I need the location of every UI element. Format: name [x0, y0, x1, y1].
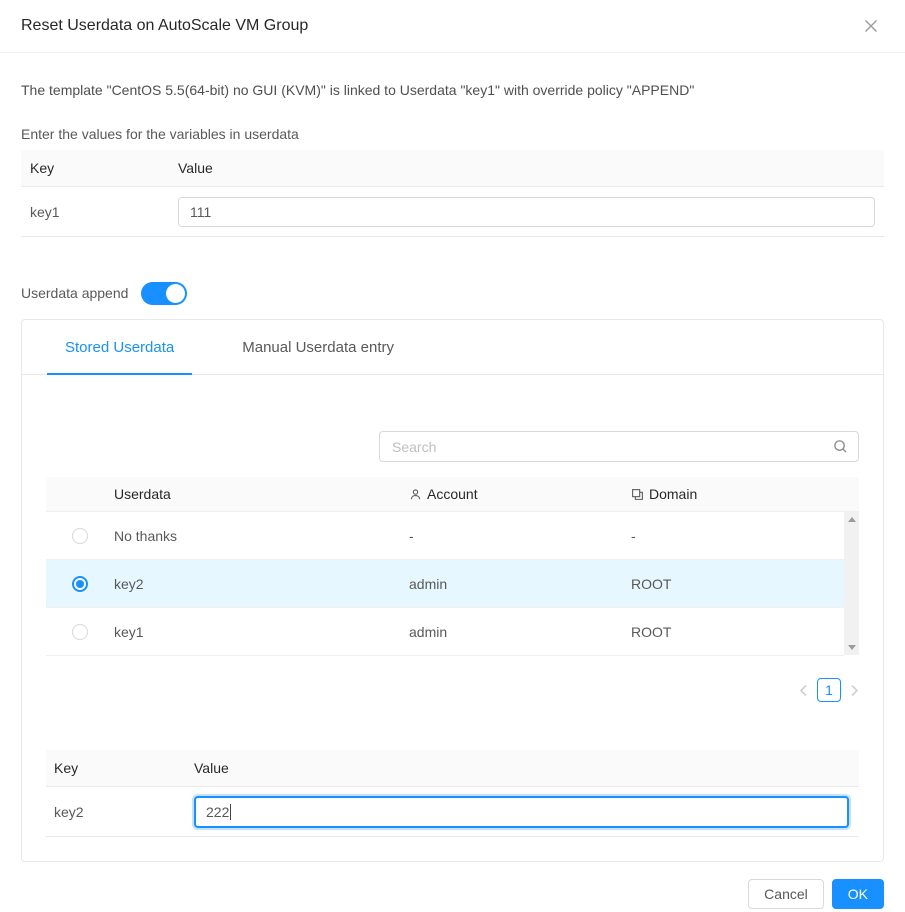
variables-table-header: Key Value: [21, 150, 884, 187]
chevron-left-icon: [799, 684, 808, 697]
col-header-domain: Domain: [631, 486, 859, 502]
toggle-knob: [166, 284, 185, 303]
radio-button[interactable]: [72, 624, 88, 640]
pagination-next[interactable]: [850, 684, 859, 697]
radio-button-checked[interactable]: [72, 576, 88, 592]
input-text: 222: [206, 804, 229, 820]
scroll-up-icon[interactable]: [848, 517, 856, 522]
table-row-key1[interactable]: key1 admin ROOT: [46, 608, 844, 656]
userdata-cell: key2: [114, 576, 409, 592]
text-caret: [230, 804, 231, 820]
tab-stored-userdata-label: Stored Userdata: [65, 339, 174, 356]
search-box: [379, 431, 859, 462]
variable-key-label: key2: [46, 804, 194, 820]
pagination-page-1[interactable]: 1: [817, 678, 841, 702]
search-input[interactable]: [379, 431, 859, 462]
domain-cell: ROOT: [631, 576, 844, 592]
selected-variables-table: Key Value key2 222: [46, 750, 859, 837]
pagination-prev[interactable]: [799, 684, 808, 697]
variables-table: Key Value key1: [21, 150, 884, 237]
col-header-userdata: Userdata: [114, 486, 409, 502]
table-row-no-thanks[interactable]: No thanks - -: [46, 512, 844, 560]
ok-button[interactable]: OK: [832, 879, 884, 909]
variable-value-input[interactable]: [178, 197, 875, 227]
userdata-table-body: No thanks - - key2 admin ROOT key1: [46, 512, 859, 656]
variable-value-input-focused[interactable]: 222: [194, 796, 849, 828]
account-cell: -: [409, 528, 631, 544]
dialog-title: Reset Userdata on AutoScale VM Group: [21, 17, 860, 35]
selected-variables-header: Key Value: [46, 750, 859, 787]
userdata-cell: key1: [114, 624, 409, 640]
domain-cell: -: [631, 528, 844, 544]
variable-key-label: key1: [21, 204, 178, 220]
tab-content: Userdata Account Domain: [22, 431, 883, 861]
tab-manual-userdata-entry[interactable]: Manual Userdata entry: [224, 320, 412, 374]
radio-button[interactable]: [72, 528, 88, 544]
reset-userdata-dialog: Reset Userdata on AutoScale VM Group The…: [0, 0, 905, 912]
userdata-table: Userdata Account Domain: [46, 477, 859, 656]
scroll-down-icon[interactable]: [848, 645, 856, 650]
col-header-key: Key: [46, 760, 194, 776]
tab-stored-userdata[interactable]: Stored Userdata: [47, 320, 192, 374]
account-cell: admin: [409, 624, 631, 640]
pagination: 1: [46, 678, 859, 702]
userdata-append-label: Userdata append: [21, 285, 128, 301]
block-icon: [631, 488, 644, 501]
account-cell: admin: [409, 576, 631, 592]
variables-caption: Enter the values for the variables in us…: [21, 124, 884, 144]
dialog-body: The template "CentOS 5.5(64-bit) no GUI …: [0, 80, 905, 862]
col-header-account: Account: [409, 486, 631, 502]
userdata-append-toggle[interactable]: [141, 282, 187, 305]
selected-variables-row: key2 222: [46, 787, 859, 837]
userdata-table-header: Userdata Account Domain: [46, 477, 859, 512]
col-header-value: Value: [194, 760, 859, 776]
vertical-scrollbar[interactable]: [844, 512, 859, 655]
cancel-button[interactable]: Cancel: [748, 879, 824, 909]
userdata-append-row: Userdata append: [21, 281, 884, 305]
dialog-header: Reset Userdata on AutoScale VM Group: [0, 0, 905, 53]
userdata-cell: No thanks: [114, 528, 409, 544]
variables-table-row: key1: [21, 187, 884, 237]
dialog-footer: Cancel OK: [0, 879, 905, 909]
close-icon[interactable]: [860, 15, 882, 37]
userdata-header-label: Userdata: [114, 486, 171, 502]
domain-header-label: Domain: [649, 486, 697, 502]
template-note: The template "CentOS 5.5(64-bit) no GUI …: [21, 80, 884, 100]
userdata-card: Stored Userdata Manual Userdata entry: [21, 319, 884, 862]
col-header-key: Key: [21, 160, 178, 176]
user-icon: [409, 488, 422, 501]
domain-cell: ROOT: [631, 624, 844, 640]
chevron-right-icon: [850, 684, 859, 697]
table-row-key2[interactable]: key2 admin ROOT: [46, 560, 844, 608]
tab-manual-userdata-entry-label: Manual Userdata entry: [242, 339, 394, 356]
search-icon: [833, 439, 848, 454]
tab-bar: Stored Userdata Manual Userdata entry: [22, 320, 883, 375]
account-header-label: Account: [427, 486, 478, 502]
col-header-value: Value: [178, 160, 884, 176]
